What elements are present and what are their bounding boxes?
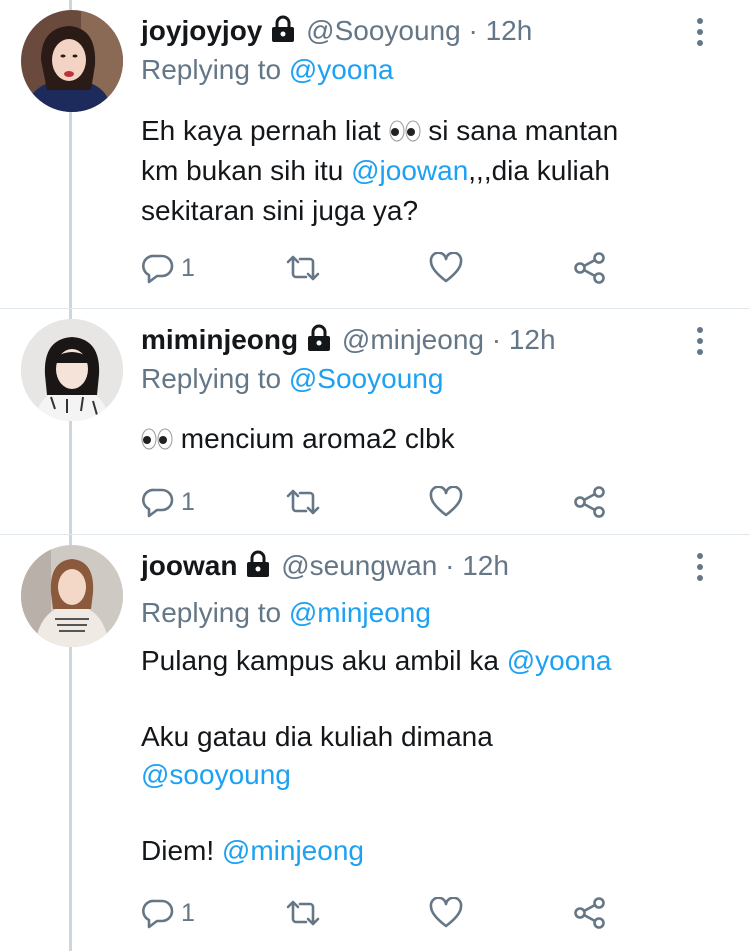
body-text: ,,,dia kuliah	[468, 155, 610, 186]
replying-prefix: Replying to	[141, 363, 282, 394]
like-icon	[429, 897, 463, 928]
avatar-miminjeong[interactable]	[21, 319, 123, 421]
retweet-icon	[286, 489, 320, 515]
share-icon	[574, 897, 605, 929]
replying-prefix: Replying to	[141, 597, 282, 628]
separator-dot: ·	[445, 550, 455, 581]
body-mention[interactable]: @joowan	[351, 155, 468, 186]
display-name[interactable]: miminjeong	[141, 324, 298, 355]
reply-count: 1	[181, 898, 195, 927]
more-vertical-icon[interactable]	[694, 549, 706, 585]
tweet-body: Pulang kampus aku ambil ka @yoona Aku ga…	[141, 642, 710, 870]
more-vertical-icon[interactable]	[694, 14, 706, 50]
tweet-body: mencium aroma2 clbk	[141, 419, 710, 459]
avatar-joowan[interactable]	[21, 545, 123, 647]
body-mention[interactable]: @sooyoung	[141, 756, 710, 794]
lock-icon	[268, 15, 298, 43]
handle[interactable]: @minjeong	[342, 324, 484, 355]
eyes-emoji	[389, 113, 421, 142]
tweet-header: miminjeong @minjeong · 12h	[141, 322, 680, 358]
timestamp[interactable]: 12h	[509, 324, 556, 355]
reply-button[interactable]: 1	[141, 482, 195, 522]
share-icon	[574, 486, 605, 518]
reply-count: 1	[181, 487, 195, 516]
handle[interactable]: @seungwan	[281, 550, 437, 581]
share-button[interactable]	[573, 482, 607, 522]
body-mention[interactable]: @yoona	[507, 645, 612, 676]
body-text: Pulang kampus aku ambil ka	[141, 645, 507, 676]
retweet-button[interactable]	[284, 893, 322, 933]
reply-button[interactable]: 1	[141, 893, 195, 933]
reply-icon	[142, 488, 174, 518]
action-bar: 1	[141, 893, 621, 933]
replying-prefix: Replying to	[141, 54, 282, 85]
separator-dot: ·	[491, 324, 502, 355]
avatar-joyjoyjoy[interactable]	[21, 10, 123, 112]
handle[interactable]: @Sooyoung	[306, 15, 461, 46]
action-bar: 1	[141, 248, 621, 288]
separator-dot: ·	[468, 15, 478, 46]
tweet-header: joyjoyjoy @Sooyoung · 12h	[141, 13, 680, 49]
timestamp[interactable]: 12h	[486, 15, 533, 46]
replying-to: Replying to @yoona	[141, 52, 394, 88]
like-button[interactable]	[429, 893, 463, 933]
tweet-3[interactable]: joowan @seungwan · 12h Replying to @minj…	[0, 535, 750, 951]
reply-button[interactable]: 1	[141, 248, 195, 288]
eyes-emoji	[141, 421, 173, 450]
reply-icon	[142, 899, 174, 929]
tweet-2[interactable]: miminjeong @minjeong · 12h Replying to @…	[0, 309, 750, 535]
body-text: Aku gatau dia kuliah dimana	[141, 721, 493, 752]
retweet-icon	[286, 255, 320, 281]
replying-to-mention[interactable]: @yoona	[289, 54, 394, 85]
display-name[interactable]: joyjoyjoy	[141, 15, 262, 46]
body-text: si sana mantan	[420, 115, 619, 146]
body-text: mencium aroma2 clbk	[173, 423, 455, 454]
retweet-button[interactable]	[284, 482, 322, 522]
reply-count: 1	[181, 253, 195, 282]
tweet-1[interactable]: joyjoyjoy @Sooyoung · 12h Replying to @y…	[0, 0, 750, 309]
lock-icon	[243, 550, 273, 578]
tweet-header: joowan @seungwan · 12h	[141, 548, 680, 584]
replying-to: Replying to @Sooyoung	[141, 361, 443, 397]
action-bar: 1	[141, 482, 621, 522]
replying-to: Replying to @minjeong	[141, 595, 431, 631]
retweet-icon	[286, 900, 320, 926]
more-vertical-icon[interactable]	[694, 323, 706, 359]
body-text: km bukan sih itu	[141, 155, 352, 186]
body-text: Diem!	[141, 835, 222, 866]
like-icon	[429, 486, 463, 517]
timestamp[interactable]: 12h	[462, 550, 509, 581]
share-button[interactable]	[573, 893, 607, 933]
like-icon	[429, 252, 463, 283]
tweet-body: Eh kaya pernah liat si sana mantan km bu…	[141, 111, 710, 231]
lock-icon	[304, 324, 334, 352]
body-mention[interactable]: @minjeong	[222, 835, 364, 866]
like-button[interactable]	[429, 248, 463, 288]
reply-icon	[142, 254, 174, 284]
like-button[interactable]	[429, 482, 463, 522]
share-icon	[574, 252, 605, 284]
body-text: sekitaran sini juga ya?	[141, 195, 419, 226]
body-text: Eh kaya pernah liat	[141, 115, 381, 146]
display-name[interactable]: joowan	[141, 550, 237, 581]
replying-to-mention[interactable]: @minjeong	[289, 597, 431, 628]
retweet-button[interactable]	[284, 248, 322, 288]
replying-to-mention[interactable]: @Sooyoung	[289, 363, 444, 394]
share-button[interactable]	[573, 248, 607, 288]
